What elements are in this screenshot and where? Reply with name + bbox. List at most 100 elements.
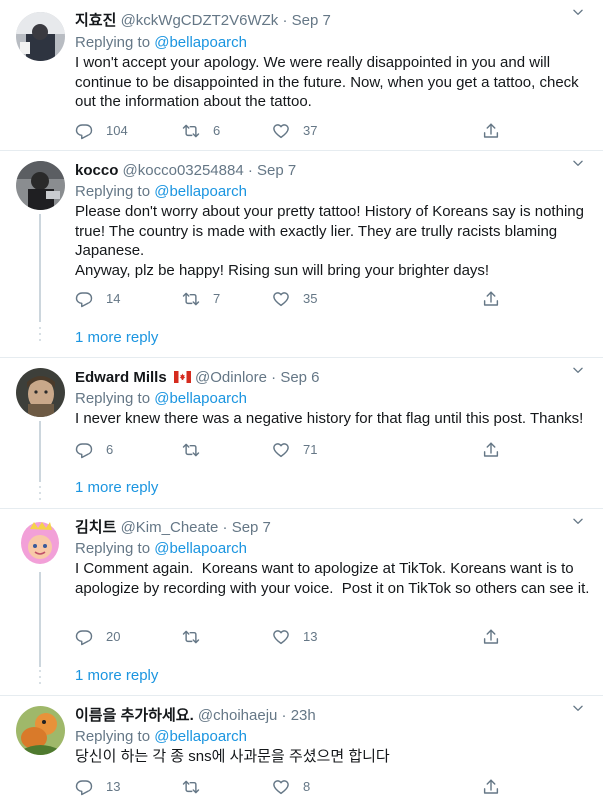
like-button[interactable]: 8 [272, 777, 310, 797]
display-name[interactable]: Edward Mills [75, 369, 167, 386]
tweet-date[interactable]: Sep 7 [232, 519, 271, 536]
separator-dot: · [281, 707, 287, 724]
like-button[interactable]: 71 [272, 440, 317, 460]
tweet-header: 지효진 @kckWgCDZT2V6WZk · Sep 7 [75, 10, 331, 32]
chevron-down-icon[interactable] [571, 156, 585, 170]
thread-line [39, 421, 41, 482]
chevron-down-icon[interactable] [571, 701, 585, 715]
like-icon [272, 441, 290, 459]
mention-link[interactable]: @bellapoarch [154, 540, 247, 557]
like-count: 37 [303, 123, 318, 138]
tweet-1[interactable]: 지효진 @kckWgCDZT2V6WZk · Sep 7 Replying to… [0, 0, 603, 150]
more-replies-link[interactable]: 1 more reply [75, 328, 158, 348]
avatar[interactable] [16, 706, 65, 755]
separator-dot: · [222, 519, 228, 536]
tweet-3[interactable]: Edward Mills @Odinlore · Sep 6 Replying … [0, 358, 603, 508]
tweet-actions: 20 13 [75, 627, 505, 647]
tweet-actions: 14 7 35 [75, 289, 505, 309]
share-button[interactable] [482, 627, 500, 647]
tweet-4[interactable]: 김치트 @Kim_Cheate · Sep 7 Replying to @bel… [0, 509, 603, 695]
thread-dots [38, 486, 42, 504]
mention-link[interactable]: @bellapoarch [154, 390, 247, 407]
mention-link[interactable]: @bellapoarch [154, 183, 247, 200]
replying-to-label: Replying to [75, 183, 151, 200]
reply-count: 6 [106, 442, 114, 457]
share-button[interactable] [482, 289, 500, 309]
reply-button[interactable]: 13 [75, 777, 120, 797]
tweet-text: I won't accept your apology. We were rea… [75, 53, 590, 112]
like-count: 71 [303, 442, 318, 457]
reply-icon [75, 290, 93, 308]
tweet-header: Edward Mills @Odinlore · Sep 6 [75, 367, 320, 389]
more-replies-link[interactable]: 1 more reply [75, 478, 158, 498]
tweet-date[interactable]: 23h [291, 707, 316, 724]
replies-feed: 지효진 @kckWgCDZT2V6WZk · Sep 7 Replying to… [0, 0, 603, 811]
share-button[interactable] [482, 440, 500, 460]
retweet-icon [182, 290, 200, 308]
chevron-down-icon[interactable] [571, 514, 585, 528]
display-name[interactable]: 지효진 [75, 12, 116, 29]
tweet-date[interactable]: Sep 7 [292, 12, 331, 29]
user-handle[interactable]: @Odinlore [195, 369, 267, 386]
mention-link[interactable]: @bellapoarch [154, 728, 247, 745]
like-count: 8 [303, 779, 311, 794]
chevron-down-icon[interactable] [571, 5, 585, 19]
tweet-5[interactable]: 이름을 추가하세요. @choihaeju · 23h Replying to … [0, 696, 603, 811]
share-icon [482, 290, 500, 308]
reply-icon [75, 122, 93, 140]
display-name[interactable]: 김치트 [75, 519, 116, 536]
user-handle[interactable]: @choihaeju [198, 707, 277, 724]
replying-to: Replying to @bellapoarch [75, 727, 247, 747]
reply-icon [75, 628, 93, 646]
reply-button[interactable]: 20 [75, 627, 120, 647]
share-button[interactable] [482, 777, 500, 797]
share-button[interactable] [482, 121, 500, 141]
user-handle[interactable]: @kocco03254884 [123, 162, 244, 179]
retweet-icon [182, 441, 200, 459]
tweet-2[interactable]: kocco @kocco03254884 · Sep 7 Replying to… [0, 151, 603, 357]
reply-count: 14 [106, 291, 121, 306]
share-icon [482, 778, 500, 796]
separator-dot: · [282, 12, 288, 29]
reply-icon [75, 778, 93, 796]
like-button[interactable]: 35 [272, 289, 317, 309]
avatar[interactable] [16, 12, 65, 61]
retweet-button[interactable] [182, 777, 213, 797]
separator-dot: · [247, 162, 253, 179]
reply-icon [75, 441, 93, 459]
retweet-button[interactable] [182, 440, 213, 460]
retweet-icon [182, 122, 200, 140]
avatar[interactable] [16, 368, 65, 417]
retweet-button[interactable]: 6 [182, 121, 220, 141]
replying-to: Replying to @bellapoarch [75, 539, 247, 559]
user-handle[interactable]: @Kim_Cheate [121, 519, 219, 536]
more-replies-link[interactable]: 1 more reply [75, 666, 158, 686]
display-name[interactable]: kocco [75, 162, 118, 179]
tweet-text-content: 당신이 하는 각 종 sns에 사과문을 주셨으면 합니다 [75, 748, 390, 765]
tweet-date[interactable]: Sep 6 [280, 369, 319, 386]
avatar[interactable] [16, 161, 65, 210]
like-button[interactable]: 13 [272, 627, 317, 647]
display-name[interactable]: 이름을 추가하세요. [75, 707, 194, 724]
retweet-count: 7 [213, 291, 221, 306]
user-handle[interactable]: @kckWgCDZT2V6WZk [121, 12, 279, 29]
tweet-date[interactable]: Sep 7 [257, 162, 296, 179]
tweet-header: 이름을 추가하세요. @choihaeju · 23h [75, 705, 316, 727]
reply-button[interactable]: 14 [75, 289, 120, 309]
retweet-button[interactable] [182, 627, 213, 647]
tweet-header: 김치트 @Kim_Cheate · Sep 7 [75, 517, 271, 539]
reply-button[interactable]: 104 [75, 121, 128, 141]
like-button[interactable]: 37 [272, 121, 317, 141]
thread-line [39, 572, 41, 667]
tweet-text-content: Please don't worry about your pretty tat… [75, 203, 584, 279]
reply-button[interactable]: 6 [75, 440, 113, 460]
tweet-text: I Comment again. Koreans want to apologi… [75, 559, 590, 598]
tweet-text: 당신이 하는 각 종 sns에 사과문을 주셨으면 합니다 [75, 747, 590, 767]
retweet-icon [182, 628, 200, 646]
tweet-text-content: I never knew there was a negative histor… [75, 410, 584, 427]
like-count: 13 [303, 629, 318, 644]
mention-link[interactable]: @bellapoarch [154, 34, 247, 51]
chevron-down-icon[interactable] [571, 363, 585, 377]
retweet-button[interactable]: 7 [182, 289, 220, 309]
avatar[interactable] [16, 519, 65, 568]
